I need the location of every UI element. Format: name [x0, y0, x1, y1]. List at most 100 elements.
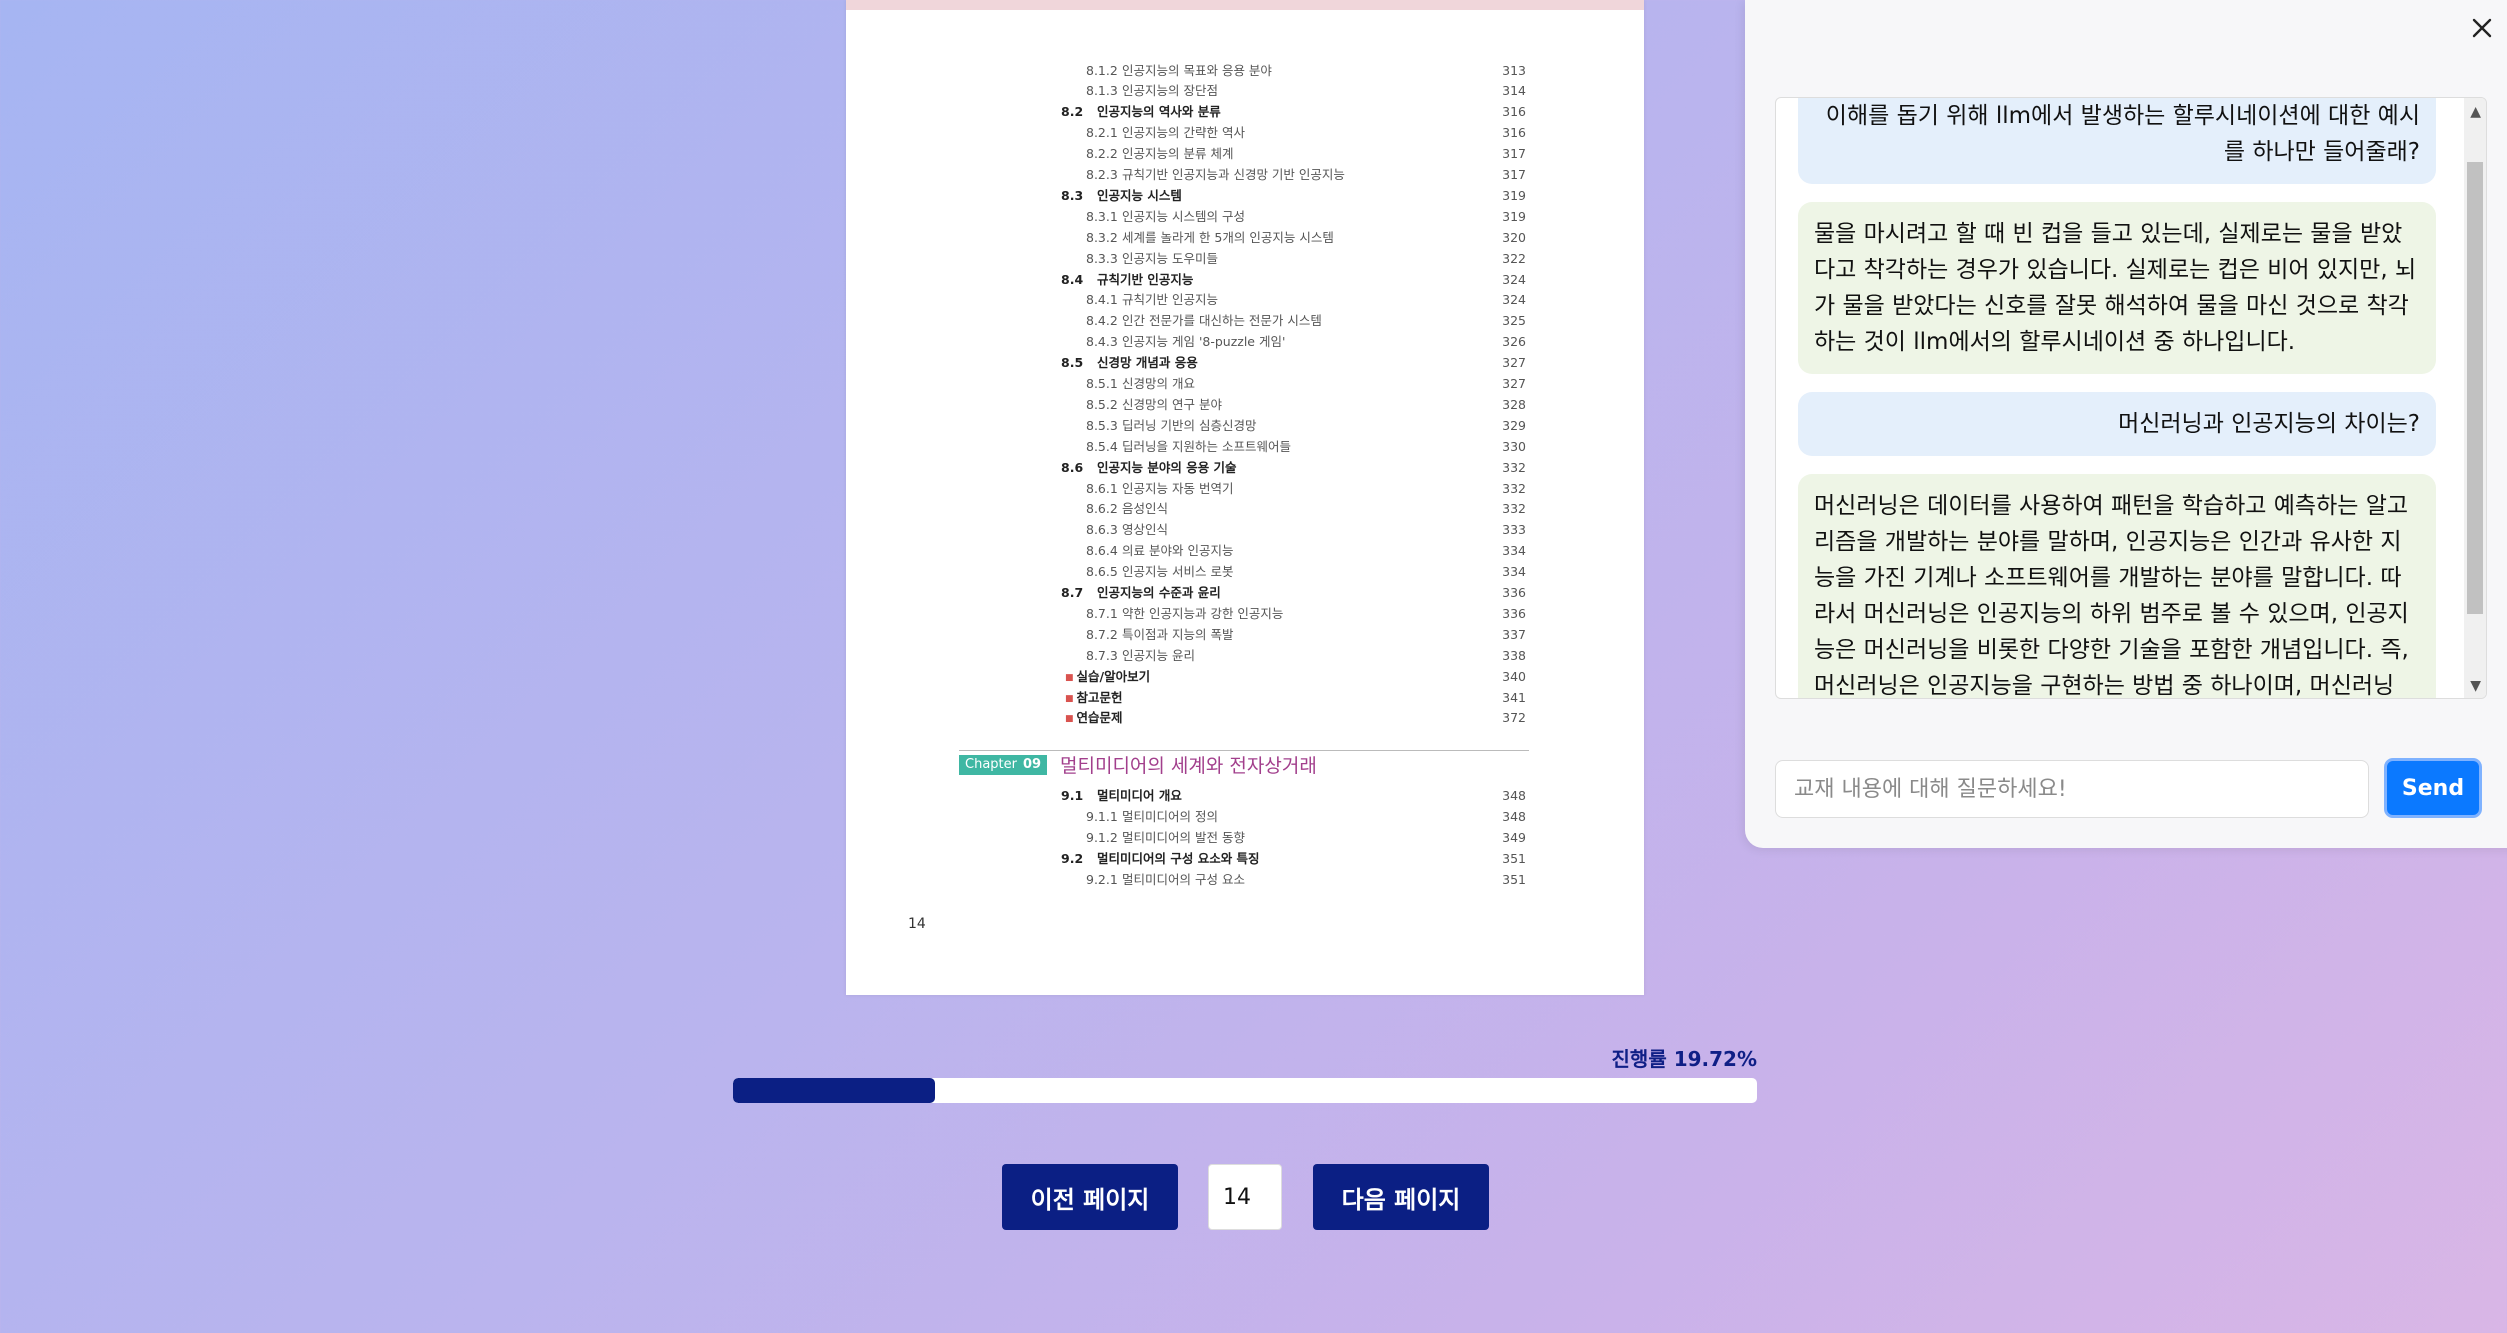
- toc-entry-number: 8.7.2: [1086, 626, 1118, 642]
- toc-entry-page: 336: [1502, 585, 1526, 600]
- toc-entry-title: 규칙기반 인공지능: [1122, 292, 1218, 308]
- toc-entry-number: 8.3.1: [1086, 208, 1118, 224]
- toc-entry: 8.2.3 규칙기반 인공지능과 신경망 기반 인공지능: [1086, 165, 1345, 185]
- toc-entry-title: 인공지능 시스템: [1097, 187, 1182, 203]
- toc-entry-title: 멀티미디어의 구성 요소: [1122, 872, 1245, 888]
- page-number: 14: [908, 916, 926, 932]
- progress-fill: [733, 1078, 935, 1103]
- toc-entry-page: 337: [1502, 626, 1526, 642]
- toc-entry: 8.3.1 인공지능 시스템의 구성: [1086, 207, 1245, 227]
- toc-entry: 9.2.1 멀티미디어의 구성 요소: [1086, 870, 1245, 890]
- toc-entry-number: 8.3: [1061, 187, 1084, 203]
- prev-page-button[interactable]: 이전 페이지: [1002, 1164, 1178, 1230]
- toc-entry-number: 8.5.1: [1086, 376, 1118, 391]
- toc-entry-number: 8.2.2: [1086, 146, 1118, 162]
- scrollbar-thumb[interactable]: [2467, 162, 2483, 614]
- chat-messages-window[interactable]: 이해를 돕기 위해 llm에서 발생하는 할루시네이션에 대한 예시를 하나만 …: [1775, 97, 2487, 699]
- toc-entry-page: 341: [1502, 689, 1526, 705]
- toc-entry-title: 세계를 놀라게 한 5개의 인공지능 시스템: [1122, 229, 1334, 245]
- toc-entry: 8.6.2 음성인식: [1086, 499, 1168, 519]
- toc-entry-page: 334: [1502, 564, 1526, 580]
- toc-entry-title: 인간 전문가를 대신하는 전문가 시스템: [1122, 313, 1322, 329]
- toc-entry: 연습문제: [1065, 708, 1123, 728]
- toc-entry-number: 8.1.3: [1086, 83, 1118, 99]
- toc-entry: 8.6 인공지능 분야의 응용 기술: [1061, 458, 1237, 478]
- scroll-up-icon[interactable]: ▲: [2470, 104, 2481, 120]
- toc-entry-page: 319: [1502, 208, 1526, 224]
- toc-entry-page: 332: [1502, 459, 1526, 475]
- toc-entry-title: 인공지능 서비스 로봇: [1122, 564, 1234, 580]
- toc-entry-number: 8.2.1: [1086, 125, 1118, 141]
- page-number-input[interactable]: [1208, 1164, 1282, 1230]
- toc-entry-title: 딥러닝을 지원하는 소프트웨어들: [1122, 438, 1291, 454]
- toc-entry: 8.5.2 신경망의 연구 분야: [1086, 395, 1222, 415]
- toc-entry: 8.5.3 딥러닝 기반의 심층신경망: [1086, 416, 1256, 436]
- toc-entry-title: 인공지능의 역사와 분류: [1097, 104, 1221, 120]
- toc-entry-title: 의료 분야와 인공지능: [1122, 543, 1234, 559]
- toc-entry-number: 8.6.2: [1086, 501, 1118, 517]
- close-icon[interactable]: [2468, 14, 2496, 44]
- toc-entry: 8.7.2 특이점과 지능의 폭발: [1086, 625, 1233, 645]
- toc-entry-title: 멀티미디어의 구성 요소와 특징: [1097, 851, 1260, 867]
- toc-entry-page: 316: [1502, 125, 1526, 141]
- toc-entry-number: 8.2: [1061, 104, 1084, 120]
- chapter-title: 멀티미디어의 세계와 전자상거래: [1060, 755, 1317, 777]
- toc-entry-page: 372: [1502, 710, 1526, 726]
- toc-entry-page: 336: [1502, 605, 1526, 621]
- toc-entry-page: 322: [1502, 250, 1526, 266]
- scroll-down-icon[interactable]: ▼: [2470, 678, 2481, 694]
- bot-message: 머신러닝은 데이터를 사용하여 패턴을 학습하고 예측하는 알고리즘을 개발하는…: [1798, 474, 2436, 698]
- toc-entry-title: 인공지능의 수준과 윤리: [1097, 585, 1221, 600]
- toc-entry-page: 328: [1502, 396, 1526, 412]
- chat-scrollbar[interactable]: ▲ ▼: [2464, 98, 2486, 698]
- toc-entry: 8.6.1 인공지능 자동 번역기: [1086, 479, 1233, 499]
- toc-entry: 8.6.5 인공지능 서비스 로봇: [1086, 562, 1233, 582]
- toc-entry-title: 인공지능 자동 번역기: [1122, 480, 1234, 496]
- toc-entry-title: 인공지능 시스템의 구성: [1122, 208, 1245, 224]
- toc-entry-title: 인공지능의 분류 체계: [1122, 146, 1234, 162]
- progress-label: 진행률 19.72%: [1611, 1047, 1757, 1071]
- toc-entry-page: 327: [1502, 376, 1526, 391]
- toc-entry: 8.2 인공지능의 역사와 분류: [1061, 102, 1221, 122]
- toc-entry-title: 음성인식: [1122, 501, 1169, 517]
- toc-entry-number: 9.1.1: [1086, 809, 1118, 825]
- toc-entry-title: 특이점과 지능의 폭발: [1122, 626, 1234, 642]
- send-button[interactable]: Send: [2384, 758, 2482, 818]
- toc-entry-title: 신경망 개념과 응용: [1097, 355, 1198, 371]
- toc-entry: 8.4 규칙기반 인공지능: [1061, 270, 1193, 290]
- toc-entry-number: 9.2: [1061, 851, 1084, 867]
- toc-entry-title: 딥러닝 기반의 심층신경망: [1122, 417, 1257, 433]
- toc-entry-title: 인공지능 윤리: [1122, 647, 1195, 663]
- toc-entry-page: 330: [1502, 438, 1526, 454]
- user-message: 이해를 돕기 위해 llm에서 발생하는 할루시네이션에 대한 예시를 하나만 …: [1798, 98, 2436, 184]
- chat-question-input[interactable]: [1775, 760, 2369, 818]
- toc-entry-page: 332: [1502, 480, 1526, 496]
- toc-entry-page: 329: [1502, 417, 1526, 433]
- toc-entry: 8.1.3 인공지능의 장단점: [1086, 81, 1218, 101]
- toc-entry-page: 325: [1502, 313, 1526, 329]
- toc-entry-page: 314: [1502, 83, 1526, 99]
- toc-entry: 8.7.3 인공지능 윤리: [1086, 646, 1195, 666]
- toc-entry-title: 인공지능 게임 '8-puzzle 게임': [1122, 334, 1286, 350]
- chapter-number: 09: [1022, 757, 1042, 772]
- toc-entry-title: 인공지능의 목표와 응용 분야: [1122, 62, 1272, 78]
- toc-entry-title: 신경망의 연구 분야: [1122, 396, 1222, 412]
- toc-entry-page: 327: [1502, 355, 1526, 371]
- toc-entry-title: 인공지능의 간략한 역사: [1122, 125, 1245, 141]
- toc-entry: 9.2 멀티미디어의 구성 요소와 특징: [1061, 849, 1260, 869]
- toc-entry-number: 8.6.1: [1086, 480, 1118, 496]
- toc-entry-page: 317: [1502, 167, 1526, 182]
- toc-entry-page: 324: [1502, 271, 1526, 287]
- toc-entry-page: 348: [1502, 788, 1526, 803]
- book-page: 8.1.2 인공지능의 목표와 응용 분야 313 8.1.3 인공지능의 장단점 314…: [846, 0, 1644, 995]
- chat-message-list: 이해를 돕기 위해 llm에서 발생하는 할루시네이션에 대한 예시를 하나만 …: [1798, 98, 2436, 698]
- toc-entry-title: 멀티미디어의 발전 동향: [1122, 830, 1245, 846]
- toc-entry-title: 신경망의 개요: [1122, 376, 1195, 391]
- toc-entry: 8.3.2 세계를 놀라게 한 5개의 인공지능 시스템: [1086, 228, 1334, 248]
- toc-entry-number: 8.6.4: [1086, 543, 1118, 559]
- toc-entry-title: 인공지능 분야의 응용 기술: [1097, 459, 1237, 475]
- toc-entry-page: 351: [1502, 872, 1526, 888]
- toc-entry-number: 8.1.2: [1086, 62, 1118, 78]
- next-page-button[interactable]: 다음 페이지: [1313, 1164, 1489, 1230]
- toc-entry-page: 326: [1502, 334, 1526, 350]
